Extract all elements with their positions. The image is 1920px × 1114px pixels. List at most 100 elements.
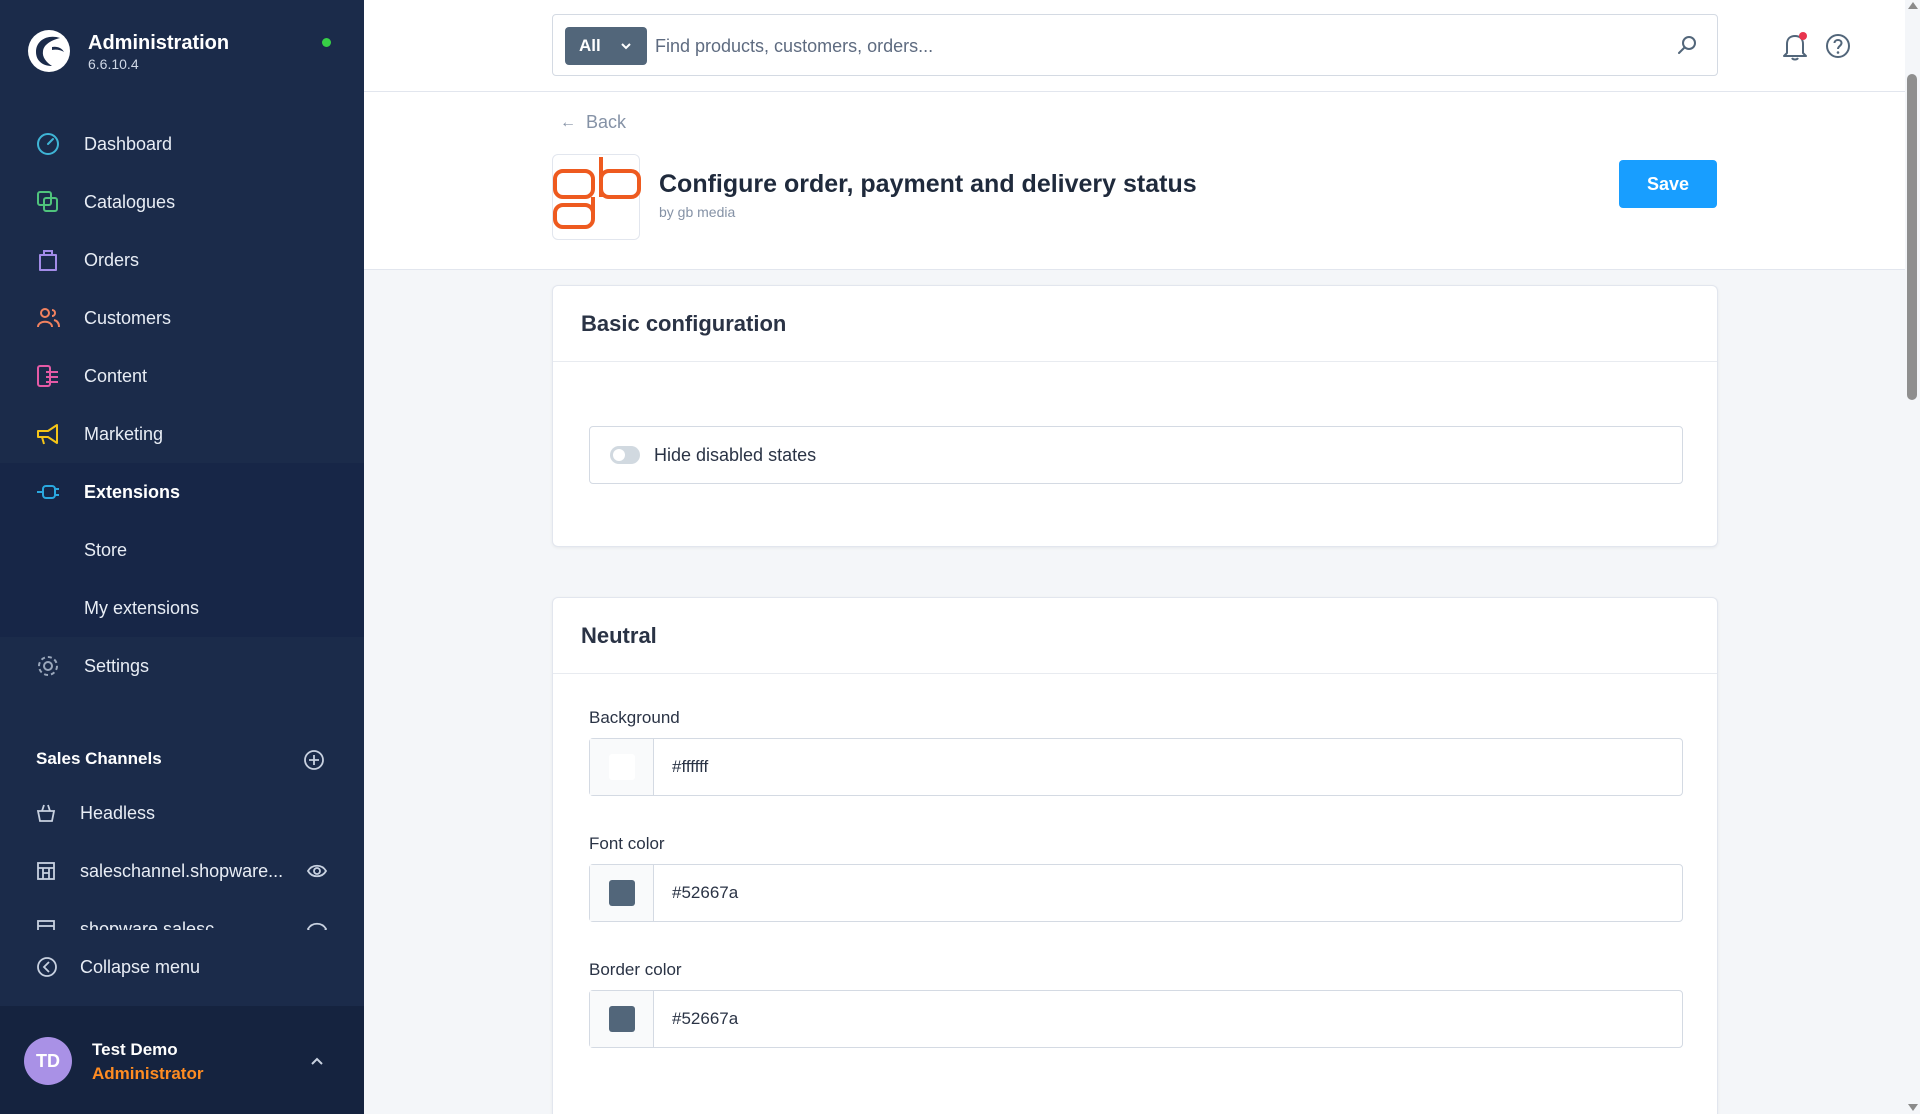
collapse-menu-label: Collapse menu (80, 956, 201, 977)
nav-item-label: Orders (84, 249, 140, 270)
neutral-card: Neutral Background #ffffff Font color #5… (552, 597, 1718, 1114)
nav-item-label: Extensions (84, 481, 181, 502)
sales-channel-headless[interactable]: Headless (0, 784, 364, 842)
users-icon (34, 304, 62, 332)
page-scrollbar[interactable] (1905, 0, 1920, 1114)
scroll-up-arrow-icon[interactable] (1908, 2, 1918, 9)
gb-media-logo-icon (553, 157, 641, 229)
nav-item-label: Marketing (84, 423, 164, 444)
chevron-left-circle-icon (34, 954, 60, 980)
sidebar: Administration 6.6.10.4 Dashboard Catalo… (0, 0, 364, 1114)
main-nav: Dashboard Catalogues Orders Customers Co… (0, 115, 364, 695)
arrow-left-icon: ← (560, 113, 576, 131)
app-version: 6.6.10.4 (88, 56, 139, 72)
back-label: Back (586, 112, 627, 132)
sales-channel-storefront-2[interactable]: shopware.salesc... (0, 900, 364, 930)
user-name: Test Demo (92, 1040, 178, 1059)
color-swatch (608, 880, 635, 906)
nav-item-label: Settings (84, 655, 150, 676)
color-value: #52667a (672, 1009, 739, 1028)
nav-item-label: Content (84, 365, 148, 386)
user-role: Administrator (92, 1064, 204, 1083)
sales-channel-label: Headless (80, 802, 156, 823)
gear-icon (34, 652, 62, 680)
shopware-logo-icon (28, 30, 70, 72)
avatar: TD (24, 1037, 72, 1085)
scrollbar-thumb[interactable] (1907, 74, 1917, 400)
basic-configuration-card: Basic configuration Hide disabled states (552, 285, 1718, 547)
search-icon[interactable] (1675, 33, 1699, 57)
extension-logo (552, 154, 641, 240)
hide-disabled-states-field: Hide disabled states (589, 426, 1683, 484)
online-status-indicator (322, 38, 331, 47)
nav-item-settings[interactable]: Settings (0, 637, 364, 695)
global-search: All (552, 14, 1718, 76)
app-title: Administration (88, 32, 230, 54)
basket-icon (34, 801, 58, 825)
brand: Administration 6.6.10.4 (26, 26, 346, 76)
chevron-up-icon[interactable] (308, 1052, 326, 1070)
background-label: Background (589, 708, 680, 727)
nav-item-label: Catalogues (84, 191, 176, 212)
toggle-label: Hide disabled states (654, 444, 817, 465)
color-swatch (608, 1006, 635, 1032)
page-header: ← Back Configure order, payment and deli… (364, 92, 1905, 270)
sales-channels-title: Sales Channels (36, 749, 162, 768)
card-title: Basic configuration (553, 286, 1717, 362)
color-value: #52667a (672, 883, 739, 902)
nav-item-marketing[interactable]: Marketing (0, 405, 364, 463)
eye-icon[interactable] (306, 918, 328, 930)
sales-channels-list: Headless saleschannel.shopware... shopwa… (0, 784, 364, 930)
color-value: #ffffff (672, 757, 709, 776)
nav-subitem-my-extensions[interactable]: My extensions (0, 579, 364, 637)
nav-item-label: Customers (84, 307, 172, 328)
help-icon[interactable] (1824, 32, 1852, 60)
nav-item-customers[interactable]: Customers (0, 289, 364, 347)
sales-channel-label: saleschannel.shopware... (80, 860, 284, 881)
border-color-field[interactable]: #52667a (589, 990, 1683, 1048)
nav-item-label: Dashboard (84, 133, 173, 154)
color-picker-trigger[interactable] (590, 739, 654, 795)
storefront-icon (34, 859, 58, 883)
products-icon (34, 188, 62, 216)
gauge-icon (34, 130, 62, 158)
nav-subitem-store[interactable]: Store (0, 521, 364, 579)
chevron-down-icon (621, 43, 631, 50)
extension-author: by gb media (659, 204, 736, 220)
nav-item-content[interactable]: Content (0, 347, 364, 405)
color-picker-trigger[interactable] (590, 865, 654, 921)
nav-item-catalogues[interactable]: Catalogues (0, 173, 364, 231)
nav-item-orders[interactable]: Orders (0, 231, 364, 289)
search-type-label: All (579, 36, 601, 55)
search-type-select[interactable]: All (565, 27, 647, 65)
shopping-bag-icon (34, 246, 62, 274)
search-input[interactable] (655, 27, 1635, 65)
color-swatch (608, 754, 635, 780)
color-picker-trigger[interactable] (590, 991, 654, 1047)
card-title: Neutral (553, 598, 1717, 674)
add-circle-icon[interactable] (303, 749, 325, 771)
content-icon (34, 362, 62, 390)
sales-channels-header: Sales Channels (36, 745, 336, 773)
hide-disabled-states-toggle[interactable] (610, 446, 640, 464)
eye-icon[interactable] (306, 860, 328, 882)
background-color-field[interactable]: #ffffff (589, 738, 1683, 796)
user-menu[interactable]: TD Test Demo Administrator (0, 1006, 364, 1114)
scroll-down-arrow-icon[interactable] (1908, 1104, 1918, 1111)
font-color-label: Font color (589, 834, 665, 853)
sales-channel-label: shopware.salesc... (80, 918, 230, 931)
collapse-menu-button[interactable]: Collapse menu (34, 952, 200, 982)
top-bar: All (364, 0, 1905, 92)
save-button[interactable]: Save (1619, 160, 1717, 208)
nav-item-extensions[interactable]: Extensions (0, 463, 364, 521)
plug-icon (34, 478, 62, 506)
font-color-field[interactable]: #52667a (589, 864, 1683, 922)
sales-channel-storefront[interactable]: saleschannel.shopware... (0, 842, 364, 900)
bell-icon[interactable] (1780, 30, 1810, 62)
nav-item-dashboard[interactable]: Dashboard (0, 115, 364, 173)
storefront-icon (34, 917, 58, 930)
nav-group-extensions: Extensions Store My extensions (0, 463, 364, 637)
page-title: Configure order, payment and delivery st… (659, 170, 1197, 198)
back-link[interactable]: ← Back (560, 112, 626, 133)
border-color-label: Border color (589, 960, 682, 979)
